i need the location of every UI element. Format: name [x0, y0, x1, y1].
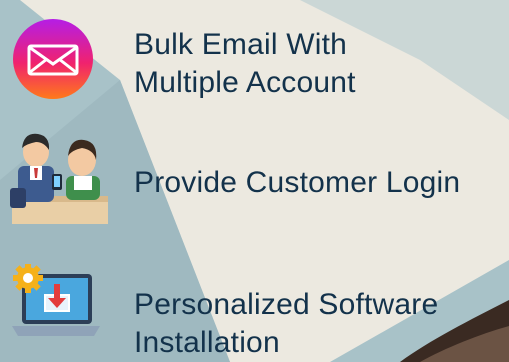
customer-service-icon — [10, 133, 108, 224]
feature-installation: Personalized Software Installation — [134, 286, 438, 362]
feature-installation-line2: Installation — [134, 326, 280, 359]
feature-login: Provide Customer Login — [134, 164, 460, 202]
feature-email-line1: Bulk Email With — [134, 28, 348, 61]
feature-email: Bulk Email With Multiple Account — [134, 26, 356, 102]
software-download-icon — [12, 263, 100, 336]
email-envelope-icon — [13, 19, 93, 99]
email-icon-badge — [12, 18, 94, 100]
feature-email-line2: Multiple Account — [134, 66, 356, 99]
feature-login-line1: Provide Customer Login — [134, 166, 461, 199]
customer-icon-badge — [8, 130, 110, 226]
feature-installation-line1: Personalized Software — [134, 288, 439, 321]
software-icon-badge — [10, 263, 102, 342]
